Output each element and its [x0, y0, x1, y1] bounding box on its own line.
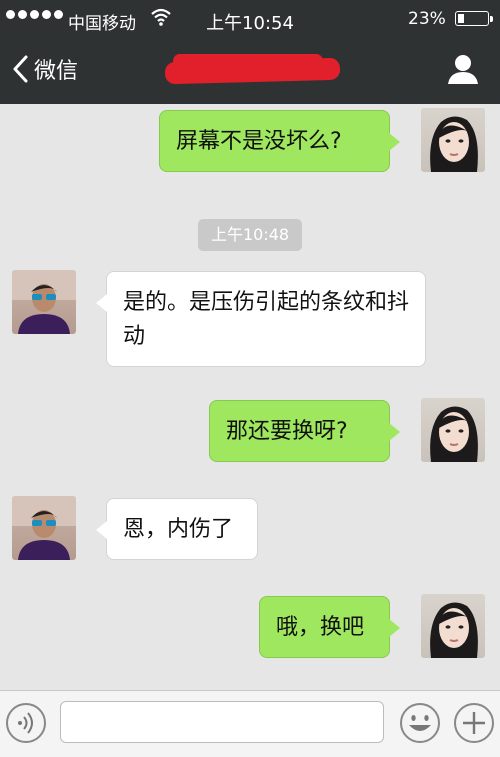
message-bubble-sent[interactable]: 那还要换呀? [209, 400, 400, 462]
avatar[interactable] [421, 108, 485, 172]
back-label: 微信 [34, 59, 79, 84]
nav-bar: 微信 [0, 38, 500, 104]
message-bubble-sent[interactable]: 哦，换吧 [259, 596, 400, 658]
avatar[interactable] [421, 398, 485, 462]
message-bubble-sent[interactable]: 屏幕不是没坏么? [159, 110, 400, 172]
message-input[interactable] [60, 701, 384, 743]
status-bar: 中国移动 上午10:54 23% [0, 0, 500, 38]
emoji-icon[interactable] [398, 701, 442, 745]
chat-title-redacted [164, 54, 341, 88]
timestamp: 上午10:48 [198, 219, 302, 251]
battery-percent: 23% [408, 9, 446, 29]
person-icon[interactable] [446, 52, 480, 86]
message-bubble-received[interactable]: 恩，内伤了 [96, 498, 258, 560]
voice-button[interactable] [6, 703, 46, 743]
avatar[interactable] [12, 496, 76, 560]
plus-icon[interactable] [452, 701, 496, 745]
back-button[interactable]: 微信 [12, 53, 78, 85]
message-bubble-received[interactable]: 是的。是压伤引起的条纹和抖动 [96, 271, 426, 367]
chevron-left-icon [13, 55, 28, 83]
battery-icon [455, 11, 493, 26]
avatar[interactable] [12, 270, 76, 334]
voice-icon [18, 712, 33, 734]
avatar[interactable] [421, 594, 485, 658]
battery-fill [458, 14, 465, 23]
input-bar [0, 690, 500, 757]
chat-area[interactable]: 屏幕不是没坏么? 上午10:48 是的。是压伤引起的条纹和抖动 那还要换呀? 恩… [0, 104, 500, 690]
